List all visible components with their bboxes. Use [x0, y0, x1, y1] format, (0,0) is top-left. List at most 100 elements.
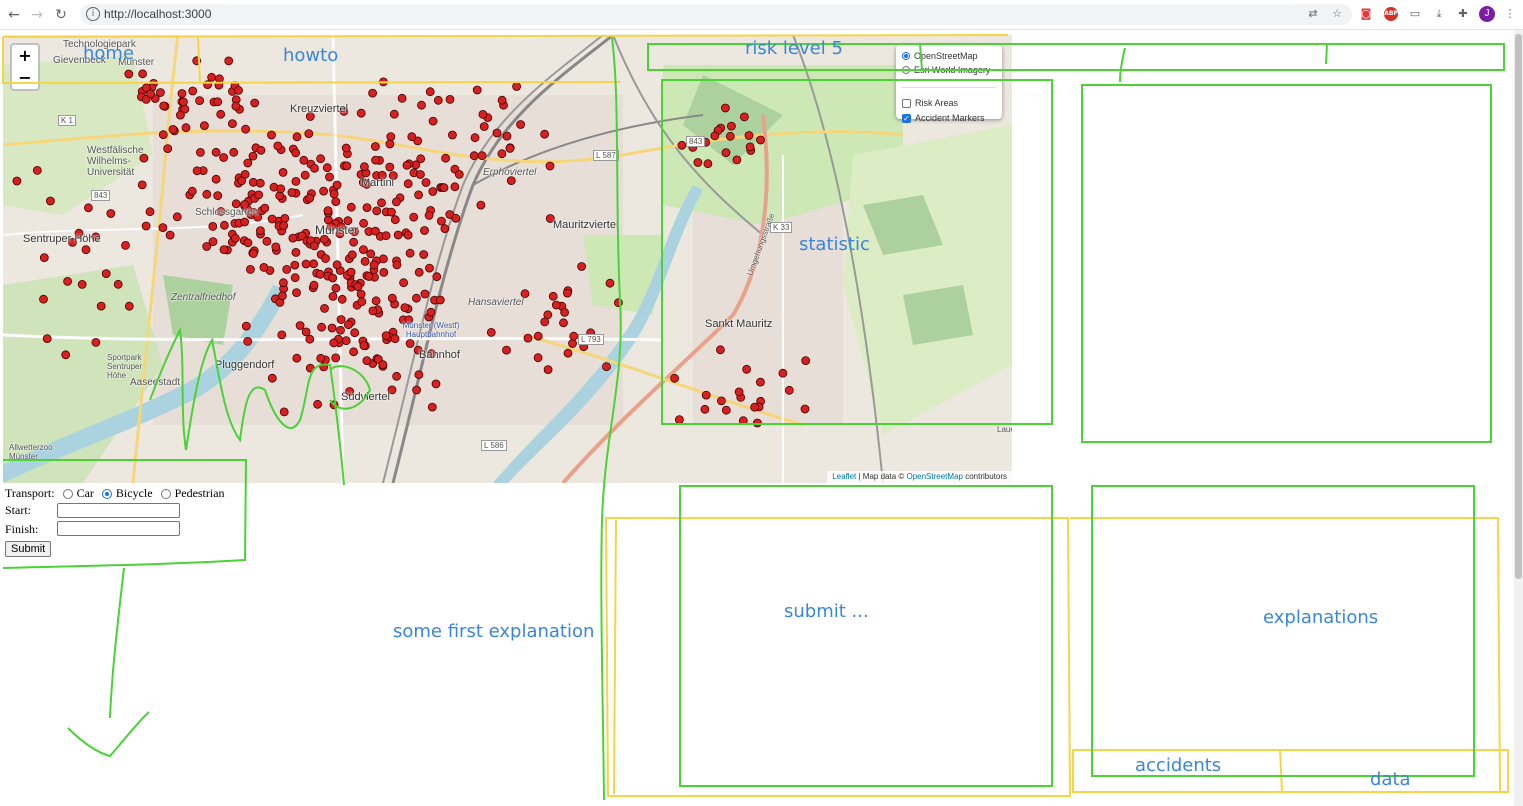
accident-marker[interactable] [346, 202, 356, 212]
accident-marker[interactable] [392, 371, 402, 381]
accident-marker[interactable] [417, 100, 426, 110]
accident-marker[interactable] [734, 387, 744, 397]
accident-marker[interactable] [543, 365, 553, 375]
accident-marker[interactable] [350, 328, 360, 338]
accident-marker[interactable] [230, 233, 240, 243]
accident-marker[interactable] [213, 191, 223, 201]
accident-marker[interactable] [427, 402, 437, 412]
accident-marker[interactable] [195, 148, 205, 157]
accident-marker[interactable] [229, 147, 239, 157]
accident-marker[interactable] [721, 148, 731, 157]
accident-marker[interactable] [476, 200, 486, 210]
accident-marker[interactable] [165, 230, 175, 240]
accident-marker[interactable] [478, 110, 488, 119]
accident-marker[interactable] [332, 260, 342, 270]
accident-marker[interactable] [245, 264, 255, 274]
accident-marker[interactable] [381, 231, 391, 241]
accident-marker[interactable] [175, 110, 185, 120]
accident-marker[interactable] [366, 249, 376, 259]
accident-marker[interactable] [756, 135, 765, 145]
accident-marker[interactable] [411, 293, 421, 303]
accident-marker[interactable] [331, 197, 341, 207]
layer-radio[interactable] [902, 66, 910, 74]
accident-marker[interactable] [267, 130, 276, 140]
accident-marker[interactable] [241, 124, 251, 134]
accident-marker[interactable] [559, 318, 568, 328]
accident-marker[interactable] [414, 370, 424, 380]
accident-marker[interactable] [81, 245, 91, 255]
accident-marker[interactable] [360, 256, 370, 266]
accident-marker[interactable] [402, 160, 412, 170]
accident-marker[interactable] [260, 203, 270, 213]
accident-marker[interactable] [385, 162, 395, 172]
accident-marker[interactable] [727, 121, 736, 131]
accident-marker[interactable] [273, 141, 283, 151]
accident-marker[interactable] [370, 142, 380, 151]
accident-marker[interactable] [141, 221, 151, 231]
accident-marker[interactable] [540, 129, 549, 139]
accident-marker[interactable] [563, 288, 572, 298]
accident-marker[interactable] [414, 190, 424, 200]
accident-marker[interactable] [391, 197, 401, 207]
accident-marker[interactable] [424, 210, 434, 220]
overlay-risk-areas[interactable]: Risk Areas [902, 97, 958, 109]
accident-marker[interactable] [454, 169, 464, 179]
accident-marker[interactable] [332, 180, 342, 190]
accident-marker[interactable] [372, 206, 382, 216]
accident-marker[interactable] [84, 203, 93, 213]
accident-marker[interactable] [121, 240, 130, 250]
accident-marker[interactable] [305, 363, 315, 373]
accident-marker[interactable] [177, 89, 187, 98]
accident-marker[interactable] [317, 322, 327, 332]
star-icon[interactable]: ☆ [1330, 7, 1344, 21]
accident-marker[interactable] [328, 273, 338, 283]
accident-marker[interactable] [159, 101, 169, 111]
accident-marker[interactable] [425, 263, 434, 273]
accident-marker[interactable] [403, 179, 413, 189]
accident-marker[interactable] [32, 165, 42, 175]
transport-radio-pedestrian[interactable] [160, 488, 171, 499]
accident-marker[interactable] [255, 178, 265, 188]
transport-radio-bicycle[interactable] [101, 488, 112, 499]
accident-marker[interactable] [292, 353, 302, 363]
accident-marker[interactable] [447, 130, 457, 140]
accident-marker[interactable] [505, 144, 515, 153]
accident-marker[interactable] [412, 385, 422, 395]
accident-marker[interactable] [328, 291, 338, 301]
accident-marker[interactable] [113, 279, 123, 289]
accident-marker[interactable] [158, 223, 168, 233]
accident-marker[interactable] [677, 140, 687, 150]
accident-marker[interactable] [445, 95, 455, 104]
accident-marker[interactable] [512, 82, 521, 91]
accident-marker[interactable] [181, 123, 191, 133]
accident-marker[interactable] [224, 56, 234, 66]
accident-marker[interactable] [419, 250, 429, 259]
accident-marker[interactable] [299, 155, 309, 165]
accident-marker[interactable] [563, 348, 573, 358]
accident-marker[interactable] [63, 276, 72, 286]
accident-marker[interactable] [291, 148, 301, 158]
accident-marker[interactable] [393, 230, 403, 240]
accident-marker[interactable] [450, 182, 460, 192]
accident-marker[interactable] [282, 264, 292, 274]
accident-marker[interactable] [280, 213, 290, 223]
accident-marker[interactable] [91, 337, 101, 347]
accident-marker[interactable] [310, 163, 319, 173]
accident-marker[interactable] [414, 267, 424, 277]
menu-dots-icon[interactable]: ⋮ [1503, 7, 1517, 21]
accident-marker[interactable] [801, 356, 811, 366]
transport-radio-car[interactable] [62, 488, 73, 499]
accident-marker[interactable] [502, 131, 512, 141]
accident-marker[interactable] [548, 291, 558, 301]
zoom-out-button[interactable]: − [10, 67, 40, 91]
accident-marker[interactable] [753, 418, 762, 428]
accident-marker[interactable] [77, 279, 87, 289]
overlay-checkbox[interactable]: ✓ [902, 113, 911, 123]
accident-marker[interactable] [241, 321, 251, 331]
accident-marker[interactable] [386, 207, 396, 217]
accident-marker[interactable] [267, 214, 277, 224]
accident-marker[interactable] [432, 272, 442, 282]
puzzle-icon[interactable]: ✚ [1456, 7, 1470, 21]
accident-marker[interactable] [516, 120, 525, 129]
accident-marker[interactable] [346, 267, 356, 277]
